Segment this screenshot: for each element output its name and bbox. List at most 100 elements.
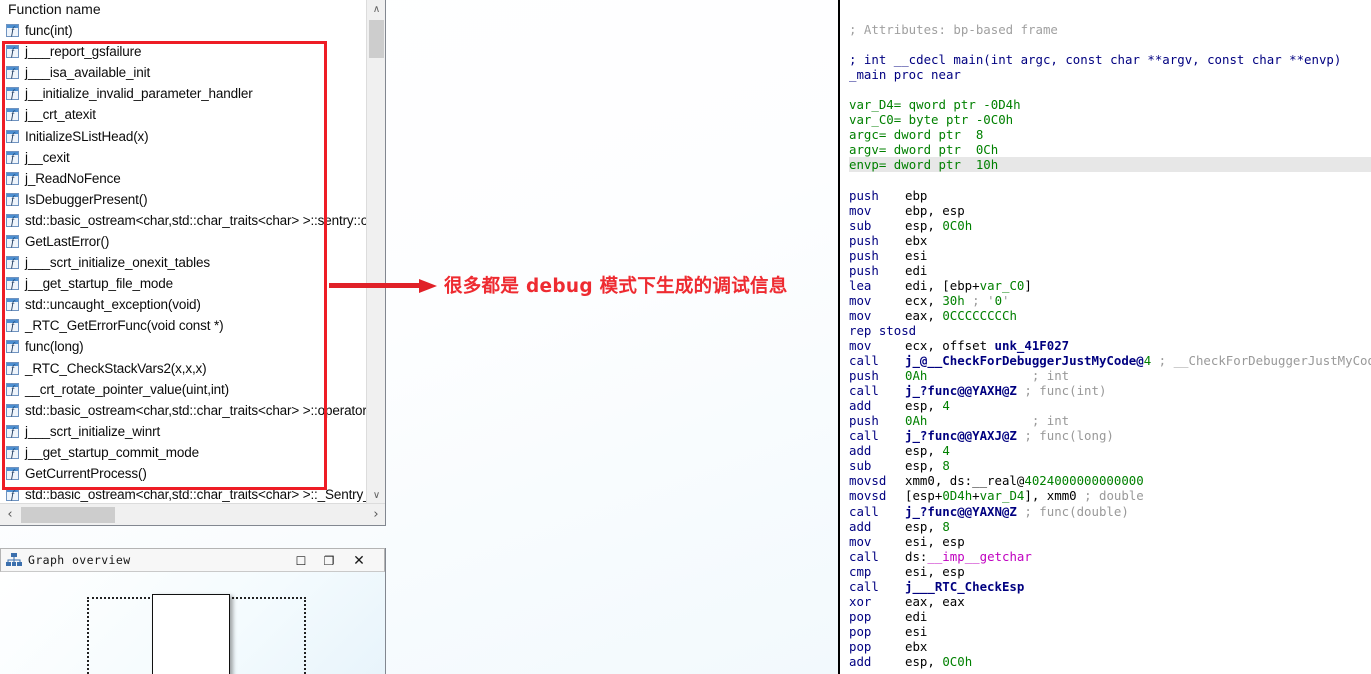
disassembly-line[interactable]: movsd xmm0, ds:__real@4024000000000000 [849,473,1371,488]
function-list-item[interactable]: j___report_gsfailure [0,41,367,62]
function-list-item-label: j__crt_atexit [25,107,96,123]
function-list-item[interactable]: std::basic_ostream<char,std::char_traits… [0,400,367,421]
disassembly-line[interactable]: call ds:__imp__getchar [849,549,1371,564]
disassembly-line[interactable]: _main proc near [849,67,1371,82]
functions-horizontal-scrollbar[interactable]: ‹ › [0,503,385,525]
ida-pro-window: Function name func(int) j___report_gsfail… [0,0,1371,674]
function-list-item-label: __crt_rotate_pointer_value(uint,int) [25,381,229,397]
disassembly-line[interactable]: add esp, 4 [849,398,1371,413]
disassembly-line[interactable]: var_C0= byte ptr -0C0h [849,112,1371,127]
disassembly-line[interactable]: push 0Ah ; int [849,368,1371,383]
function-list-item[interactable]: GetLastError() [0,231,367,252]
function-list-item[interactable]: func(int) [0,20,367,41]
disassembly-line[interactable]: call j___RTC_CheckEsp [849,579,1371,594]
disassembly-line[interactable]: push edi [849,263,1371,278]
function-list-item[interactable]: std::basic_ostream<char,std::char_traits… [0,484,367,503]
disassembly-line[interactable]: call j_@__CheckForDebuggerJustMyCode@4 ; … [849,353,1371,368]
scroll-up-icon[interactable]: ∧ [367,0,385,18]
disassembly-line[interactable]: mov esi, esp [849,534,1371,549]
disassembly-line[interactable]: mov ebp, esp [849,203,1371,218]
function-list-item[interactable]: j__initialize_invalid_parameter_handler [0,83,367,104]
disassembly-line[interactable]: sub esp, 8 [849,458,1371,473]
disassembly-line[interactable] [849,82,1371,97]
disassembly-line[interactable]: push ebp [849,188,1371,203]
graph-node-block[interactable] [152,594,230,674]
function-list-item[interactable]: j__cexit [0,147,367,168]
function-list-item[interactable]: j_ReadNoFence [0,168,367,189]
function-icon [6,192,19,206]
function-list-item-label: j___isa_available_init [25,65,151,81]
maximize-button[interactable]: ❐ [318,551,340,571]
disassembly-line[interactable]: call j_?func@@YAXJ@Z ; func(long) [849,428,1371,443]
function-icon [6,340,19,354]
function-list-item-label: GetCurrentProcess() [25,466,147,482]
function-list-item[interactable]: __crt_rotate_pointer_value(uint,int) [0,379,367,400]
function-list-item[interactable]: IsDebuggerPresent() [0,189,367,210]
disassembly-line[interactable]: ; int __cdecl main(int argc, const char … [849,52,1371,67]
functions-list[interactable]: func(int) j___report_gsfailure j___isa_ava… [0,20,367,503]
disassembly-line[interactable]: add esp, 4 [849,443,1371,458]
disassembly-line[interactable]: rep stosd [849,323,1371,338]
disassembly-line[interactable] [849,37,1371,52]
disassembly-line[interactable]: ; Attributes: bp-based frame [849,22,1371,37]
function-list-item[interactable]: _RTC_GetErrorFunc(void const *) [0,315,367,336]
scroll-right-icon[interactable]: › [366,504,385,525]
graph-overview-canvas[interactable] [0,572,385,674]
disassembly-line[interactable]: cmp esi, esp [849,564,1371,579]
vertical-scrollbar-thumb[interactable] [369,20,384,58]
disassembly-line[interactable]: add esp, 8 [849,519,1371,534]
function-list-item-label: GetLastError() [25,233,110,249]
function-list-item-label: std::basic_ostream<char,std::char_traits… [25,212,367,228]
disassembly-line[interactable]: envp= dword ptr 10h [849,157,1371,173]
functions-window: Function name func(int) j___report_gsfail… [0,0,386,526]
function-list-item[interactable]: std::uncaught_exception(void) [0,294,367,315]
disassembly-line[interactable]: push ebx [849,233,1371,248]
function-icon [6,382,19,396]
function-list-item[interactable]: j___isa_available_init [0,62,367,83]
functions-column-header[interactable]: Function name [0,0,385,20]
function-list-item[interactable]: std::basic_ostream<char,std::char_traits… [0,210,367,231]
scroll-down-icon[interactable]: ∨ [367,486,385,504]
horizontal-scrollbar-thumb[interactable] [21,507,115,523]
disassembly-line[interactable]: var_D4= qword ptr -0D4h [849,97,1371,112]
disassembly-line[interactable]: pop esi [849,624,1371,639]
disassembly-line[interactable]: xor eax, eax [849,594,1371,609]
function-icon [6,361,19,375]
disassembly-line[interactable]: argv= dword ptr 0Ch [849,142,1371,157]
disassembly-line[interactable]: call j_?func@@YAXH@Z ; func(int) [849,383,1371,398]
scroll-left-icon[interactable]: ‹ [0,504,20,525]
disassembly-line[interactable]: push esi [849,248,1371,263]
disassembly-line[interactable]: push 0Ah ; int [849,413,1371,428]
functions-vertical-scrollbar[interactable]: ∧ ∨ [366,0,385,504]
annotation-arrow-icon [329,279,437,293]
function-list-item[interactable]: GetCurrentProcess() [0,463,367,484]
graph-overview-titlebar[interactable]: Graph overview ☐ ❐ ✕ [0,548,385,572]
disassembly-line[interactable]: pop ebx [849,639,1371,654]
restore-button[interactable]: ☐ [290,551,312,571]
function-list-item[interactable]: j__get_startup_file_mode [0,273,367,294]
function-list-item[interactable]: func(long) [0,336,367,357]
disassembly-line[interactable] [849,172,1371,187]
disassembly-line[interactable]: mov ecx, 30h ; '0' [849,293,1371,308]
disassembly-line[interactable]: lea edi, [ebp+var_C0] [849,278,1371,293]
disassembly-line[interactable]: argc= dword ptr 8 [849,127,1371,142]
disassembly-line[interactable]: add esp, 0C0h [849,654,1371,669]
function-list-item[interactable]: _RTC_CheckStackVars2(x,x,x) [0,358,367,379]
disassembly-line[interactable]: movsd [esp+0D4h+var_D4], xmm0 ; double [849,488,1371,503]
close-button[interactable]: ✕ [348,551,370,571]
disassembly-line[interactable]: call j_?func@@YAXN@Z ; func(double) [849,504,1371,519]
graph-icon [6,553,22,567]
disassembly-line[interactable]: mov eax, 0CCCCCCCCh [849,308,1371,323]
function-list-item[interactable]: j___scrt_initialize_onexit_tables [0,252,367,273]
function-list-item[interactable]: j___scrt_initialize_winrt [0,421,367,442]
disassembly-line[interactable]: mov ecx, offset unk_41F027 [849,338,1371,353]
function-list-item-label: j__initialize_invalid_parameter_handler [25,86,253,102]
function-list-item[interactable]: j__get_startup_commit_mode [0,442,367,463]
disassembly-line[interactable]: sub esp, 0C0h [849,218,1371,233]
disassembly-line[interactable]: pop edi [849,609,1371,624]
function-list-item-label: IsDebuggerPresent() [25,191,148,207]
function-list-item-label: std::uncaught_exception(void) [25,297,201,313]
function-list-item[interactable]: InitializeSListHead(x) [0,125,367,146]
function-list-item[interactable]: j__crt_atexit [0,104,367,125]
disassembly-view[interactable]: ; Attributes: bp-based frame ; int __cde… [838,0,1371,674]
